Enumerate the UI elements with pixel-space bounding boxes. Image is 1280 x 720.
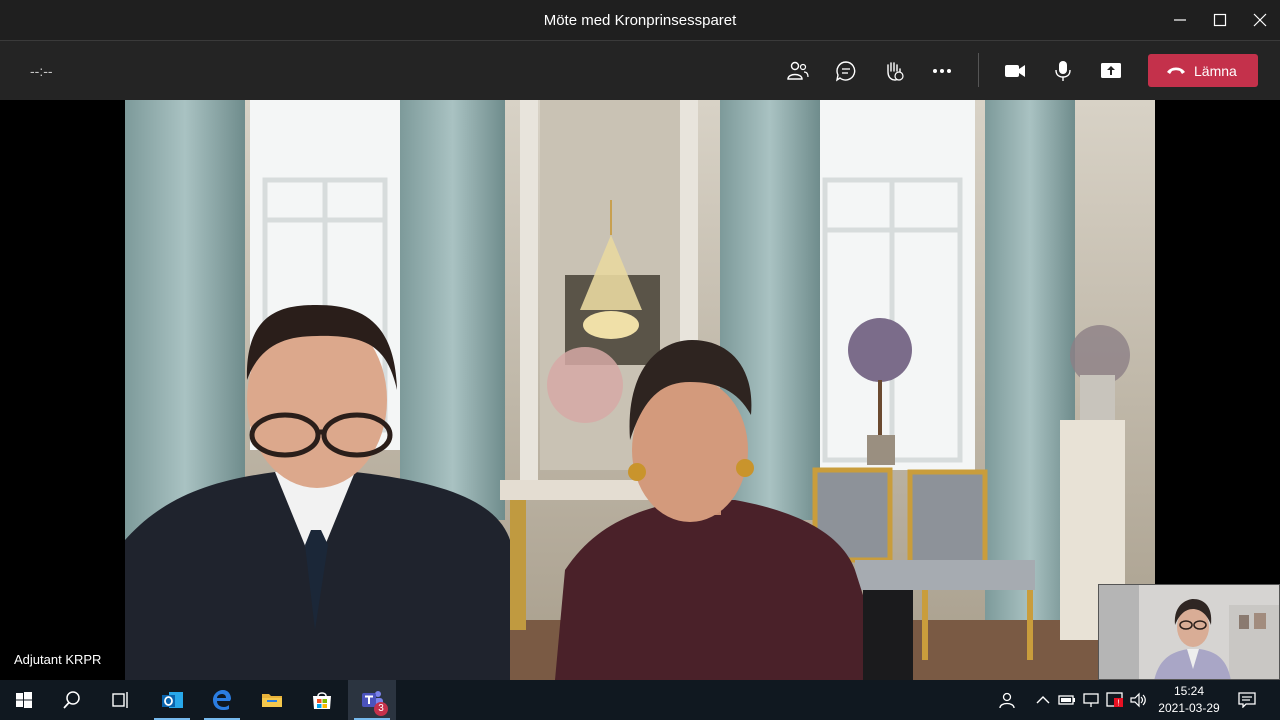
search-icon: [63, 691, 80, 709]
search-button[interactable]: [48, 680, 96, 720]
maximize-icon: [1213, 13, 1227, 27]
volume-icon: [1130, 692, 1146, 708]
video-frame-image: [125, 100, 1155, 680]
people-button[interactable]: [998, 692, 1016, 709]
video-stage: Adjutant KRPR: [0, 100, 1280, 680]
more-actions-icon: [933, 69, 951, 73]
store-taskbar-button[interactable]: [298, 680, 346, 720]
teams-taskbar-button[interactable]: 3: [348, 680, 396, 720]
action-center-button[interactable]: [1238, 692, 1256, 709]
self-view-video[interactable]: [1098, 584, 1280, 680]
hang-up-icon: [1167, 67, 1185, 74]
battery-icon: [1058, 695, 1075, 705]
camera-toggle-button[interactable]: [1001, 57, 1029, 85]
raise-hand-icon: [887, 62, 904, 81]
maximize-button[interactable]: [1200, 0, 1240, 40]
chat-icon: [835, 61, 856, 82]
window-title: Möte med Kronprinsessparet: [543, 12, 737, 29]
leave-meeting-button[interactable]: Lämna: [1148, 54, 1258, 87]
edge-icon: [213, 690, 231, 710]
network-icon: [1083, 693, 1099, 707]
more-actions-button[interactable]: [928, 57, 956, 85]
clock-date: 2021-03-29: [1158, 701, 1220, 715]
show-hidden-icons-icon: [1036, 696, 1050, 704]
minimize-button[interactable]: [1160, 0, 1200, 40]
store-icon: [313, 692, 331, 709]
file-explorer-icon: [262, 694, 282, 707]
participant-name-label: Adjutant KRPR: [14, 652, 102, 667]
start-button[interactable]: [0, 680, 48, 720]
close-button[interactable]: [1240, 0, 1280, 40]
toolbar-divider: [978, 53, 979, 87]
volume-control[interactable]: [1130, 692, 1148, 708]
raise-hand-button[interactable]: [880, 57, 908, 85]
clock-time: 15:24: [1173, 684, 1205, 698]
system-clock[interactable]: 15:24 2021-03-29: [1150, 683, 1228, 717]
people-icon: [999, 692, 1015, 709]
alert-indicator[interactable]: !: [1106, 692, 1124, 708]
task-view-icon: [112, 692, 128, 708]
participants-icon: [787, 61, 809, 80]
show-hidden-icons-button[interactable]: [1034, 692, 1052, 708]
network-indicator[interactable]: [1082, 692, 1100, 708]
action-center-icon: [1238, 692, 1256, 709]
start-icon: [16, 692, 32, 708]
windows-taskbar: 3 ! 15:24 2021-03-29: [0, 680, 1280, 720]
self-view-image: [1099, 585, 1279, 679]
title-bar: Möte med Kronprinsessparet: [0, 0, 1280, 40]
share-screen-icon: [1101, 63, 1121, 78]
microphone-toggle-button[interactable]: [1049, 57, 1077, 85]
show-chat-button[interactable]: [832, 57, 860, 85]
main-video-feed: [125, 100, 1155, 680]
svg-text:!: !: [1117, 699, 1119, 708]
alert-icon: !: [1106, 692, 1123, 708]
leave-label: Lämna: [1194, 63, 1237, 79]
meeting-timer: --:--: [30, 63, 53, 79]
teams-notification-badge: 3: [374, 702, 388, 716]
file-explorer-taskbar-button[interactable]: [248, 680, 296, 720]
outlook-taskbar-button[interactable]: [148, 680, 196, 720]
close-icon: [1253, 13, 1267, 27]
task-view-button[interactable]: [96, 680, 144, 720]
camera-icon: [1005, 65, 1025, 77]
share-screen-button[interactable]: [1097, 57, 1125, 85]
minimize-icon: [1174, 19, 1186, 21]
battery-indicator[interactable]: [1058, 692, 1076, 708]
microphone-icon: [1055, 61, 1071, 81]
show-participants-button[interactable]: [784, 57, 812, 85]
edge-taskbar-button[interactable]: [198, 680, 246, 720]
outlook-icon: [162, 692, 183, 708]
meeting-controls-bar: --:-- Lämna: [0, 40, 1280, 100]
